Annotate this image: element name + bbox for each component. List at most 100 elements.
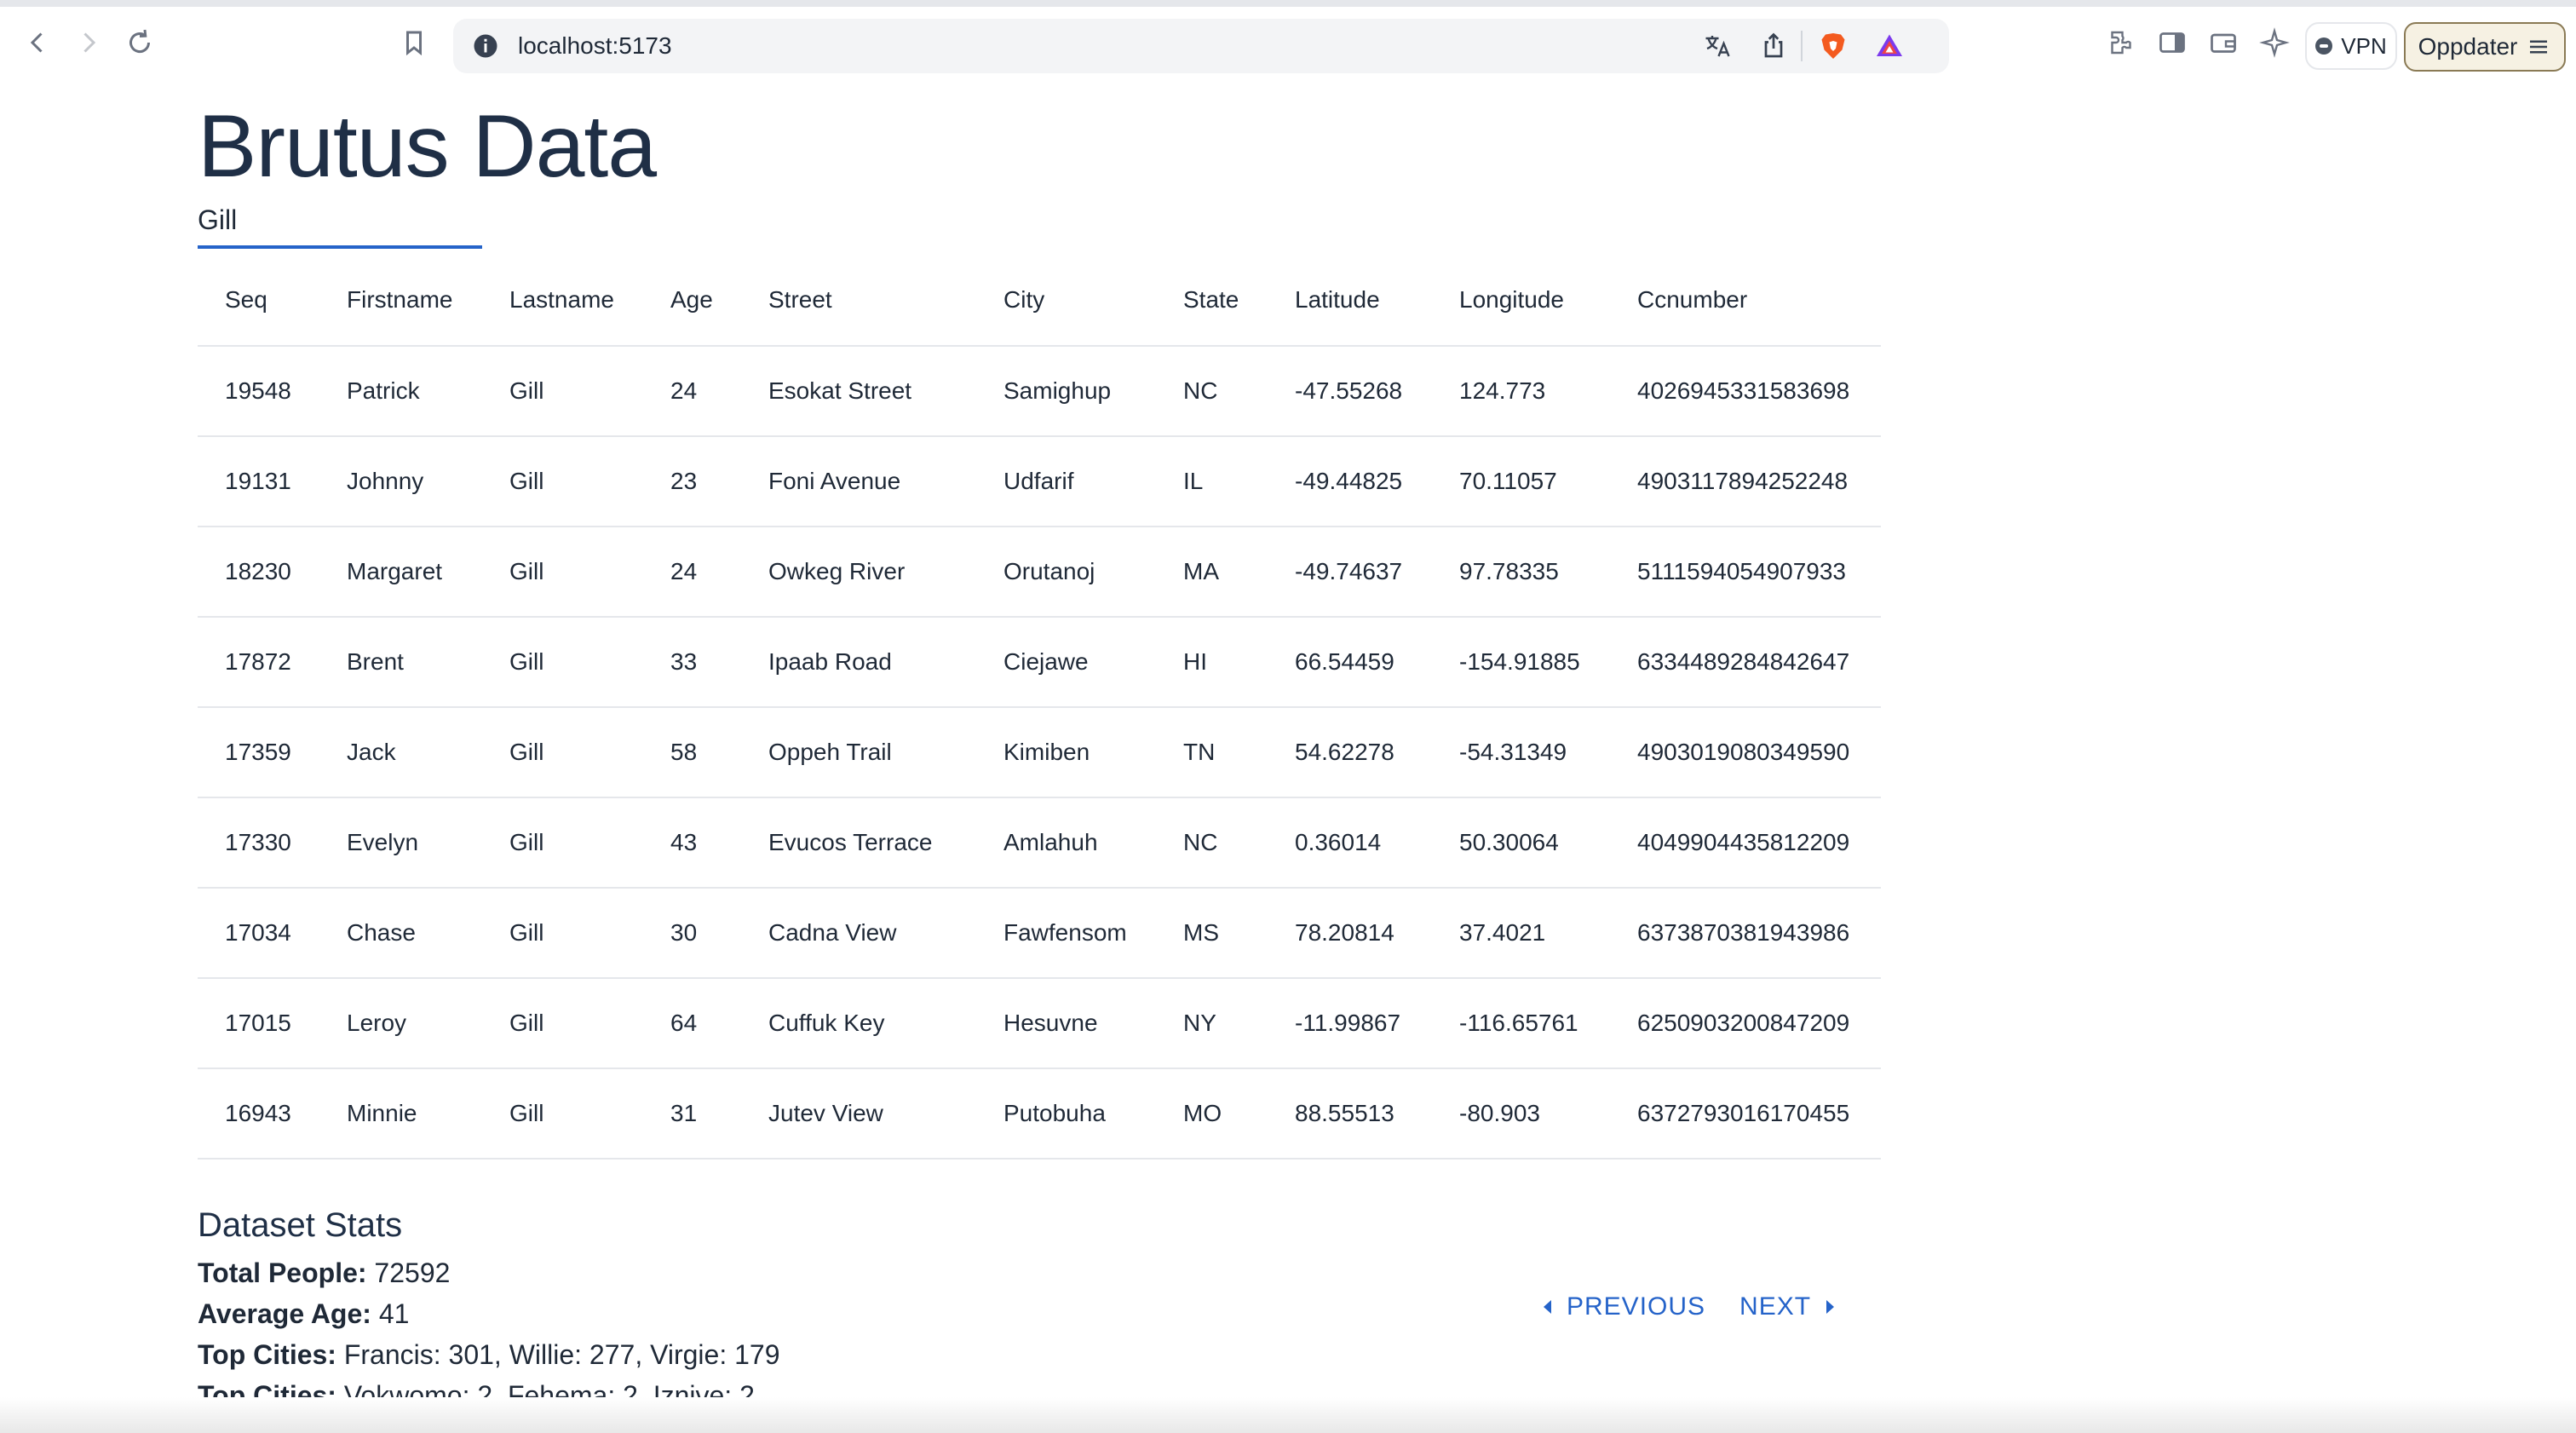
cell-city: Hesuvne (976, 978, 1156, 1069)
cell-age: 30 (643, 888, 741, 979)
column-header-latitude[interactable]: Latitude (1268, 254, 1432, 347)
cell-age: 31 (643, 1068, 741, 1160)
cell-firstname: Patrick (319, 346, 482, 437)
search-field[interactable] (198, 198, 482, 249)
column-header-lastname[interactable]: Lastname (482, 254, 643, 347)
cell-lastname: Gill (482, 346, 643, 437)
cell-firstname: Minnie (319, 1068, 482, 1160)
cell-lastname: Gill (482, 888, 643, 979)
cell-latitude: 78.20814 (1268, 888, 1432, 979)
bookmark-icon[interactable] (394, 22, 434, 63)
cell-latitude: 66.54459 (1268, 617, 1432, 708)
cell-longitude: -154.91885 (1432, 617, 1610, 708)
cell-age: 64 (643, 978, 741, 1069)
cell-longitude: 97.78335 (1432, 527, 1610, 618)
share-icon[interactable] (1753, 26, 1794, 66)
cell-latitude: 0.36014 (1268, 797, 1432, 889)
sidebar-icon[interactable] (2152, 22, 2193, 63)
brave-shields-icon[interactable] (1813, 26, 1854, 66)
wallet-icon[interactable] (2203, 22, 2244, 63)
column-header-firstname[interactable]: Firstname (319, 254, 482, 347)
cell-age: 24 (643, 346, 741, 437)
brave-rewards-icon[interactable] (1869, 26, 1910, 66)
dataset-stats: Dataset Stats Total People: 72592 Averag… (198, 1203, 1049, 1416)
cell-latitude: -47.55268 (1268, 346, 1432, 437)
page-title: Brutus Data (198, 97, 657, 196)
table-row[interactable]: 19131 Johnny Gill 23 Foni Avenue Udfarif IL -49… (198, 436, 1881, 527)
cell-ccnumber: 4903117894252248 (1610, 436, 1881, 527)
cell-firstname: Brent (319, 617, 482, 708)
stat-value: 41 (378, 1298, 410, 1329)
cell-street: Owkeg River (741, 527, 976, 618)
site-info-icon[interactable] (470, 31, 501, 61)
chevron-right-icon (1826, 1300, 1835, 1314)
cell-latitude: -11.99867 (1268, 978, 1432, 1069)
table-row[interactable]: 17034 Chase Gill 30 Cadna View Fawfensom MS 78.… (198, 888, 1881, 979)
stat-top-cities: Top Cities: Francis: 301, Willie: 277, V… (198, 1334, 1049, 1375)
cell-latitude: 54.62278 (1268, 707, 1432, 798)
cell-firstname: Evelyn (319, 797, 482, 889)
cell-ccnumber: 6372793016170455 (1610, 1068, 1881, 1160)
cell-longitude: 37.4021 (1432, 888, 1610, 979)
cell-state: MS (1156, 888, 1268, 979)
column-header-ccnumber[interactable]: Ccnumber (1610, 254, 1881, 347)
column-header-city[interactable]: City (976, 254, 1156, 347)
column-header-longitude[interactable]: Longitude (1432, 254, 1610, 347)
cell-state: NC (1156, 346, 1268, 437)
column-header-seq[interactable]: Seq (198, 254, 319, 347)
table-row[interactable]: 18230 Margaret Gill 24 Owkeg River Orutanoj MA… (198, 527, 1881, 618)
address-bar[interactable]: localhost:5173 (453, 19, 1949, 73)
table-row[interactable]: 17330 Evelyn Gill 43 Evucos Terrace Amlahuh NC… (198, 797, 1881, 889)
cell-city: Samighup (976, 346, 1156, 437)
column-header-state[interactable]: State (1156, 254, 1268, 347)
cell-street: Ipaab Road (741, 617, 976, 708)
back-icon[interactable] (17, 22, 58, 63)
extensions-icon[interactable] (2101, 22, 2142, 63)
cell-lastname: Gill (482, 527, 643, 618)
update-menu-button[interactable]: Oppdater (2404, 22, 2566, 72)
cell-lastname: Gill (482, 1068, 643, 1160)
column-header-street[interactable]: Street (741, 254, 976, 347)
next-label: NEXT (1739, 1292, 1812, 1321)
stat-value: Francis: 301, Willie: 277, Virgie: 179 (343, 1339, 780, 1370)
table-row[interactable]: 17359 Jack Gill 58 Oppeh Trail Kimiben TN 54.62… (198, 707, 1881, 798)
search-input[interactable] (198, 198, 482, 242)
cell-ccnumber: 4049904435812209 (1610, 797, 1881, 889)
table-row[interactable]: 17872 Brent Gill 33 Ipaab Road Ciejawe HI 66.54… (198, 617, 1881, 708)
cell-state: IL (1156, 436, 1268, 527)
cell-longitude: -80.903 (1432, 1068, 1610, 1160)
cell-seq: 17330 (198, 797, 319, 889)
translate-icon[interactable] (1697, 26, 1738, 66)
column-header-age[interactable]: Age (643, 254, 741, 347)
cell-longitude: 70.11057 (1432, 436, 1610, 527)
toolbar-divider (1801, 31, 1803, 61)
stat-value: 72592 (374, 1257, 451, 1288)
cell-lastname: Gill (482, 978, 643, 1069)
forward-icon[interactable] (68, 22, 109, 63)
vpn-label: VPN (2341, 32, 2387, 59)
stat-label: Average Age: (198, 1298, 371, 1329)
table-row[interactable]: 16943 Minnie Gill 31 Jutev View Putobuha MO 88.… (198, 1068, 1881, 1160)
stat-label: Total People: (198, 1257, 367, 1288)
cell-city: Kimiben (976, 707, 1156, 798)
cell-state: NY (1156, 978, 1268, 1069)
cell-state: MA (1156, 527, 1268, 618)
table-row[interactable]: 19548 Patrick Gill 24 Esokat Street Samighup N… (198, 346, 1881, 437)
people-table: Seq Firstname Lastname Age Street City State La… (198, 254, 1881, 1200)
previous-button[interactable]: PREVIOUS (1544, 1292, 1705, 1321)
reload-icon[interactable] (119, 22, 160, 63)
update-label: Oppdater (2418, 33, 2518, 60)
cell-firstname: Margaret (319, 527, 482, 618)
cell-seq: 17359 (198, 707, 319, 798)
cell-city: Fawfensom (976, 888, 1156, 979)
cell-ccnumber: 6334489284842647 (1610, 617, 1881, 708)
window-bottom-edge (0, 1397, 2576, 1433)
table-row[interactable]: 17015 Leroy Gill 64 Cuffuk Key Hesuvne NY -11.9… (198, 978, 1881, 1069)
next-button[interactable]: NEXT (1739, 1292, 1835, 1321)
cell-ccnumber: 5111594054907933 (1610, 527, 1881, 618)
cell-seq: 16943 (198, 1068, 319, 1160)
cell-state: NC (1156, 797, 1268, 889)
vpn-button[interactable]: VPN (2305, 22, 2397, 70)
leo-ai-icon[interactable] (2254, 22, 2295, 63)
cell-street: Foni Avenue (741, 436, 976, 527)
